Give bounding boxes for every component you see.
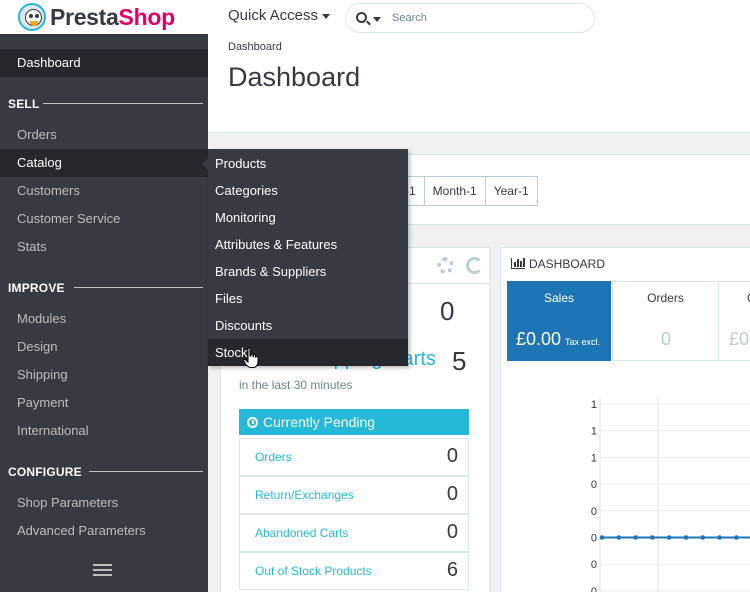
submenu-item-monitoring[interactable]: Monitoring [208,204,408,231]
section-divider [43,103,203,104]
sidebar-section-improve: IMPROVE [8,281,65,295]
sidebar-item-orders[interactable]: Orders [0,121,208,149]
chart-y-tick-label: 1 [591,426,597,438]
active-carts-value: 5 [452,346,467,376]
sidebar-item-advanced-parameters[interactable]: Advanced Parameters [0,517,208,545]
sidebar: Dashboard SELL Orders Catalog Customers … [0,34,208,592]
caret-down-icon[interactable] [373,17,381,22]
chart-point [734,535,739,540]
sidebar-item-design[interactable]: Design [0,333,208,361]
dashboard-panel-title: DASHBOARD [511,257,605,271]
kpi-sales[interactable]: Sales £0.00 Tax excl. [507,281,611,361]
currently-pending-header: Currently Pending [239,409,469,435]
sidebar-item-shop-parameters[interactable]: Shop Parameters [0,489,208,517]
search-input[interactable] [392,9,582,27]
sidebar-item-stats[interactable]: Stats [0,233,208,261]
period-button-month-minus[interactable]: Month-1 [423,176,486,206]
submenu-item-products[interactable]: Products [208,150,408,177]
chart-series [599,535,750,540]
chart-point [717,535,722,540]
active-carts-subtitle: in the last 30 minutes [239,378,353,392]
gear-icon[interactable] [437,257,454,274]
pending-row-label[interactable]: Out of Stock Products [255,564,372,578]
logo-text: PrestaShop [50,3,175,30]
chart-grid [599,398,750,592]
pending-row-value: 0 [446,483,458,505]
chart-y-tick-label: 0 [591,479,597,491]
page-title: Dashboard [228,62,361,92]
catalog-submenu: Products Categories Monitoring Attribute… [202,149,408,366]
search-icon[interactable] [356,12,367,23]
hand-pointer-cursor-icon [243,347,259,368]
chart-y-ticks: 1 1 1 0 0 0 0 0 [591,399,597,592]
pending-row-value: 0 [446,445,458,467]
pending-row-label[interactable]: Abandoned Carts [255,526,348,540]
kpi-label: Orders [647,291,684,305]
pending-row-label[interactable]: Return/Exchanges [255,488,354,502]
sidebar-section-configure: CONFIGURE [8,465,82,479]
search-bar[interactable] [345,3,595,33]
submenu-item-stock[interactable]: Stock [208,339,408,366]
top-header: PrestaShop Quick Access [0,0,750,34]
period-button-group: -1 Month-1 Year-1 [394,176,538,206]
chart-y-tick-label: 0 [591,559,597,571]
page-head: Dashboard Dashboard [208,34,750,133]
pending-row-abandoned-carts[interactable]: Abandoned Carts 0 [239,514,469,552]
submenu-item-files[interactable]: Files [208,285,408,312]
chart-point [700,535,706,540]
submenu-item-discounts[interactable]: Discounts [208,312,408,339]
sidebar-item-catalog[interactable]: Catalog [0,149,208,177]
sidebar-item-customers[interactable]: Customers [0,177,208,205]
caret-down-icon [322,13,331,19]
chart-y-tick-label: 0 [591,533,597,545]
online-visitors-value: 0 [440,296,455,326]
sidebar-item-international[interactable]: International [0,417,208,445]
refresh-icon[interactable] [466,257,483,274]
sidebar-section-sell: SELL [8,97,40,111]
chart-y-tick-label: 0 [591,586,597,592]
bar-chart-icon [511,258,525,269]
kpi-value: 0 [661,329,672,349]
prestashop-logo[interactable]: PrestaShop [18,3,175,31]
submenu-item-brands-suppliers[interactable]: Brands & Suppliers [208,258,408,285]
section-divider [89,471,203,472]
menu-collapse-hamburger-icon[interactable] [93,564,112,576]
submenu-item-attributes-features[interactable]: Attributes & Features [208,231,408,258]
sidebar-item-shipping[interactable]: Shipping [0,361,208,389]
chart-point [616,535,622,540]
kpi-value: £0 [729,329,750,349]
kpi-orders[interactable]: Orders 0 [612,281,719,361]
pending-row-value: 0 [446,521,458,543]
puffin-logo-icon [18,3,46,31]
pending-row-value: 6 [446,559,458,581]
kpi-label: Sales [543,291,575,305]
pending-row-out-of-stock[interactable]: Out of Stock Products 6 [239,552,469,590]
chart-point [633,535,638,540]
kpi-value: £0.00 Tax excl. [516,329,601,349]
chart-y-tick-label: 1 [591,452,597,464]
breadcrumb[interactable]: Dashboard [228,41,282,53]
pending-row-orders[interactable]: Orders 0 [239,438,469,476]
quick-access-label: Quick Access [228,7,319,24]
sidebar-item-modules[interactable]: Modules [0,305,208,333]
sidebar-item-payment[interactable]: Payment [0,389,208,417]
sidebar-item-dashboard[interactable]: Dashboard [0,49,208,77]
pending-row-returns[interactable]: Return/Exchanges 0 [239,476,469,514]
clock-icon [247,417,258,428]
kpi-cart-value[interactable]: C £0 [718,281,750,361]
chart-point [650,535,655,540]
chart-point [599,535,605,540]
submenu-item-categories[interactable]: Categories [208,177,408,204]
period-button-year-minus[interactable]: Year-1 [484,176,538,206]
currently-pending-title: Currently Pending [263,414,376,430]
pending-row-label[interactable]: Orders [255,450,292,464]
quick-access-dropdown[interactable]: Quick Access [228,7,331,24]
section-divider [74,287,203,288]
sales-line-chart: 1 1 1 0 0 0 0 0 [591,398,750,592]
chart-y-tick-label: 0 [591,506,597,518]
chart-point [683,535,689,540]
sidebar-item-customer-service[interactable]: Customer Service [0,205,208,233]
chart-y-tick-label: 1 [591,399,597,411]
chart-point [666,535,672,540]
